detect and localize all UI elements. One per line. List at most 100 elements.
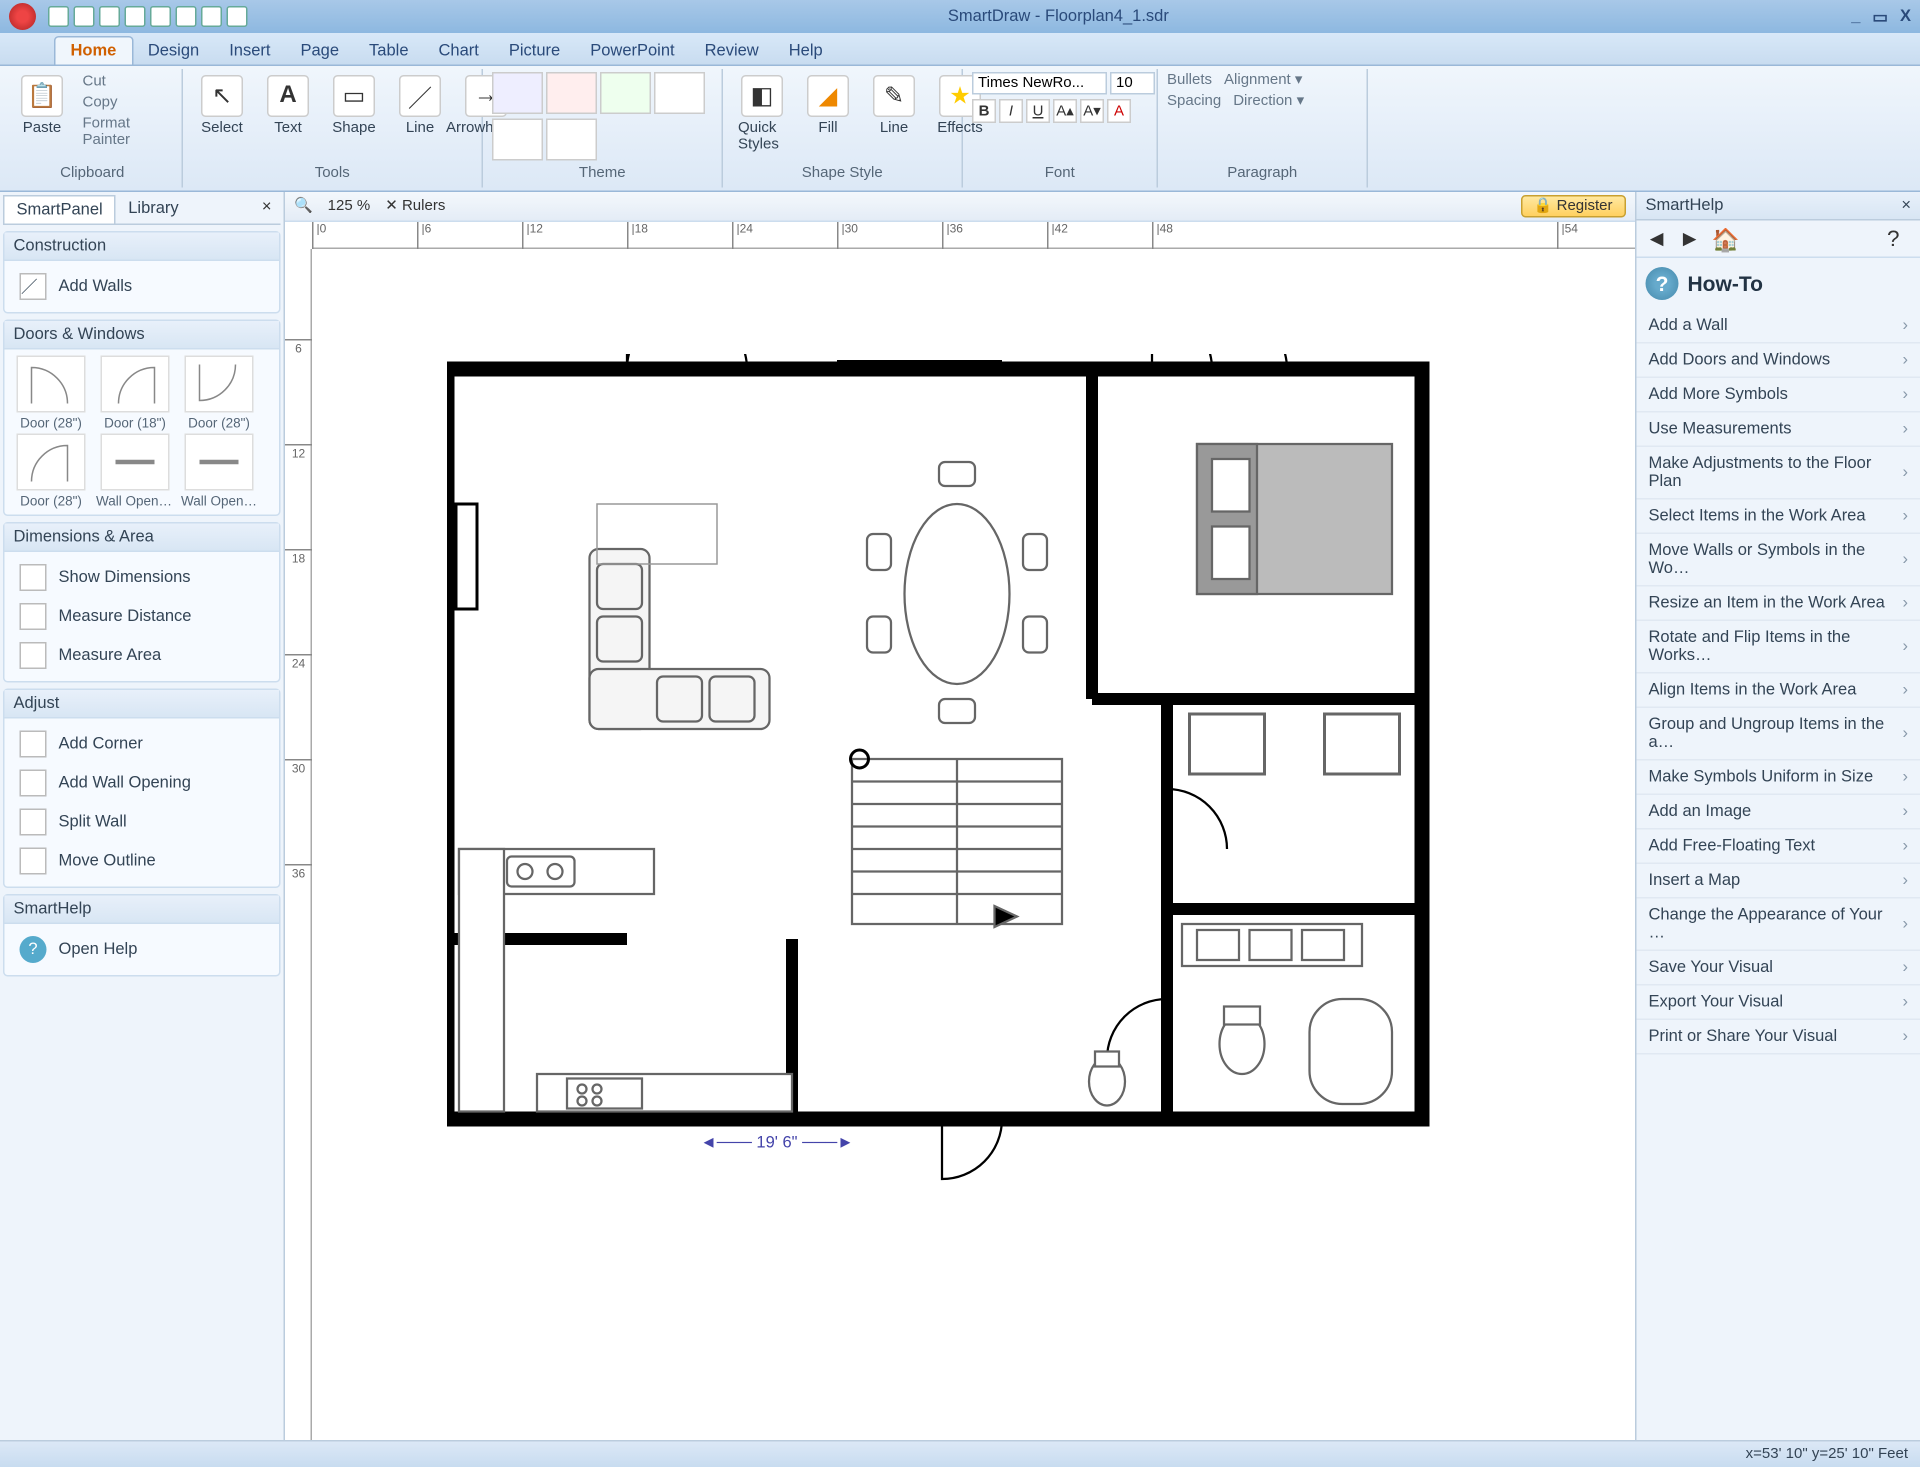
line-style-button[interactable]: ✎Line [864, 72, 924, 140]
zoom-icon[interactable]: 🔍 [294, 198, 313, 215]
howto-item[interactable]: Use Measurements [1637, 413, 1920, 448]
qat-btn[interactable] [74, 6, 95, 27]
italic-button[interactable]: I [999, 99, 1023, 123]
add-corner-button[interactable]: Add Corner [11, 725, 274, 764]
rulers-toggle[interactable]: ✕ Rulers [385, 198, 445, 215]
howto-item[interactable]: Print or Share Your Visual [1637, 1020, 1920, 1055]
show-dimensions-button[interactable]: Show Dimensions [11, 558, 274, 597]
tab-design[interactable]: Design [133, 38, 214, 65]
line-tool[interactable]: ／Line [390, 72, 450, 140]
bullets-button[interactable]: Bullets [1167, 72, 1212, 89]
shrink-font-button[interactable]: A▾ [1080, 99, 1104, 123]
spacing-button[interactable]: Spacing [1167, 93, 1221, 110]
paste-button[interactable]: 📋Paste [12, 72, 72, 140]
direction-button[interactable]: Direction ▾ [1233, 93, 1304, 110]
drawing-canvas[interactable]: ◄─── 19' 6" ───► [312, 249, 1635, 1440]
close-button[interactable]: X [1900, 7, 1911, 27]
move-outline-button[interactable]: Move Outline [11, 842, 274, 881]
theme-swatch[interactable] [546, 72, 597, 114]
alignment-button[interactable]: Alignment ▾ [1224, 72, 1302, 89]
qat-btn[interactable] [227, 6, 248, 27]
close-help-button[interactable]: × [1901, 197, 1911, 215]
qat-btn[interactable] [48, 6, 69, 27]
howto-item[interactable]: Add More Symbols [1637, 378, 1920, 413]
zoom-level[interactable]: 125 % [328, 198, 371, 215]
door-symbol[interactable]: Door (28") [11, 434, 92, 509]
howto-item[interactable]: Add a Wall [1637, 309, 1920, 344]
tab-page[interactable]: Page [285, 38, 354, 65]
door-symbol[interactable]: Door (28") [179, 356, 260, 431]
tab-insert[interactable]: Insert [214, 38, 285, 65]
measure-area-button[interactable]: Measure Area [11, 636, 274, 675]
theme-swatch[interactable] [492, 119, 543, 161]
underline-button[interactable]: U [1026, 99, 1050, 123]
ribbon: 📋Paste Cut Copy Format Painter Clipboard… [0, 66, 1920, 192]
help-icon[interactable]: ? [1887, 227, 1911, 251]
qat-btn[interactable] [99, 6, 120, 27]
door-symbol[interactable]: Door (28") [11, 356, 92, 431]
font-color-button[interactable]: A [1107, 99, 1131, 123]
split-wall-button[interactable]: Split Wall [11, 803, 274, 842]
add-wall-opening-button[interactable]: Add Wall Opening [11, 764, 274, 803]
nav-fwd-icon[interactable]: ► [1679, 227, 1703, 251]
tab-powerpoint[interactable]: PowerPoint [575, 38, 689, 65]
tab-chart[interactable]: Chart [423, 38, 493, 65]
copy-button[interactable]: Copy [78, 93, 173, 113]
howto-item[interactable]: Group and Ungroup Items in the a… [1637, 708, 1920, 761]
theme-swatch[interactable] [600, 72, 651, 114]
howto-item[interactable]: Insert a Map [1637, 864, 1920, 899]
grow-font-button[interactable]: A▴ [1053, 99, 1077, 123]
theme-swatch[interactable] [654, 72, 705, 114]
minimize-button[interactable]: _ [1851, 7, 1860, 27]
wall-opening-symbol[interactable]: Wall Openi… [95, 434, 176, 509]
wall-opening-symbol[interactable]: Wall Open… [179, 434, 260, 509]
qat-btn[interactable] [201, 6, 222, 27]
library-tab[interactable]: Library [116, 195, 190, 224]
door-symbol[interactable]: Door (18") [95, 356, 176, 431]
open-help-button[interactable]: ?Open Help [11, 930, 274, 969]
fill-button[interactable]: ◢Fill [798, 72, 858, 140]
text-tool[interactable]: AText [258, 72, 318, 140]
tab-home[interactable]: Home [54, 36, 133, 65]
register-button[interactable]: 🔒 Register [1520, 195, 1626, 218]
howto-item[interactable]: Rotate and Flip Items in the Works… [1637, 621, 1920, 674]
howto-item[interactable]: Make Symbols Uniform in Size [1637, 761, 1920, 796]
close-panel-button[interactable]: × [253, 195, 281, 224]
howto-item[interactable]: Save Your Visual [1637, 951, 1920, 986]
howto-item[interactable]: Export Your Visual [1637, 986, 1920, 1021]
howto-item[interactable]: Add an Image [1637, 795, 1920, 830]
maximize-button[interactable]: ▭ [1872, 7, 1888, 27]
howto-item[interactable]: Make Adjustments to the Floor Plan [1637, 447, 1920, 500]
howto-item[interactable]: Select Items in the Work Area [1637, 500, 1920, 535]
tab-picture[interactable]: Picture [494, 38, 575, 65]
bold-button[interactable]: B [972, 99, 996, 123]
smartpanel-tab[interactable]: SmartPanel [3, 195, 116, 224]
add-walls-button[interactable]: ／Add Walls [11, 267, 274, 306]
howto-item[interactable]: Add Free-Floating Text [1637, 830, 1920, 865]
font-family-select[interactable] [972, 72, 1107, 95]
nav-back-icon[interactable]: ◄ [1646, 227, 1670, 251]
cut-button[interactable]: Cut [78, 72, 173, 92]
select-tool[interactable]: ↖Select [192, 72, 252, 140]
tab-review[interactable]: Review [690, 38, 774, 65]
qat-btn[interactable] [176, 6, 197, 27]
theme-swatch[interactable] [492, 72, 543, 114]
howto-item[interactable]: Move Walls or Symbols in the Wo… [1637, 534, 1920, 587]
tab-table[interactable]: Table [354, 38, 423, 65]
tab-help[interactable]: Help [774, 38, 838, 65]
corner-icon [20, 731, 47, 758]
howto-item[interactable]: Resize an Item in the Work Area [1637, 587, 1920, 622]
quick-styles-button[interactable]: ◧Quick Styles [732, 72, 792, 156]
qat-btn[interactable] [150, 6, 171, 27]
howto-item[interactable]: Change the Appearance of Your … [1637, 899, 1920, 952]
qat-btn[interactable] [125, 6, 146, 27]
howto-item[interactable]: Add Doors and Windows [1637, 344, 1920, 379]
home-icon[interactable]: 🏠 [1712, 227, 1736, 251]
theme-swatch[interactable] [546, 119, 597, 161]
howto-icon: ? [1646, 267, 1679, 300]
font-size-select[interactable] [1110, 72, 1155, 95]
shape-tool[interactable]: ▭Shape [324, 72, 384, 140]
howto-item[interactable]: Align Items in the Work Area [1637, 674, 1920, 709]
measure-distance-button[interactable]: Measure Distance [11, 597, 274, 636]
format-painter-button[interactable]: Format Painter [78, 114, 173, 150]
